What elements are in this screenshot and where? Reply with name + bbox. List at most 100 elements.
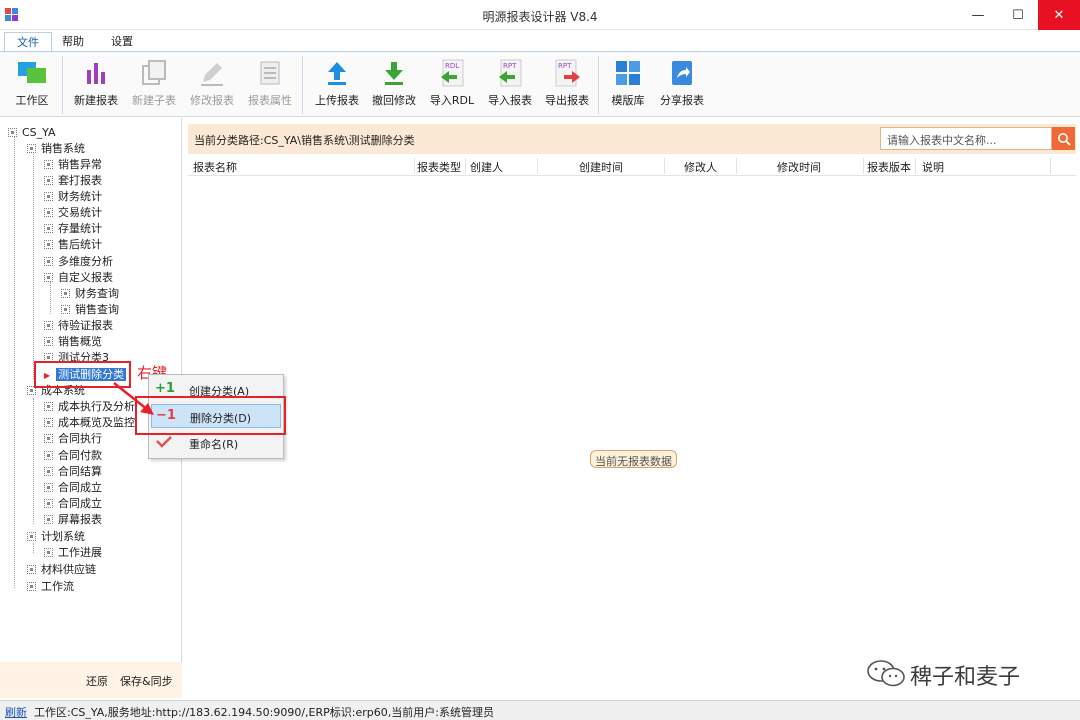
column-divider — [1050, 158, 1051, 174]
column-header[interactable]: 说明 — [922, 159, 944, 175]
column-header[interactable]: 报表类型 — [417, 159, 461, 175]
search-button[interactable] — [1052, 127, 1075, 150]
tree-guide — [50, 282, 51, 314]
column-header[interactable]: 修改时间 — [777, 159, 821, 175]
window-title: 明源报表设计器 V8.4 — [482, 10, 598, 24]
tree-node[interactable]: 合同成立 — [44, 496, 102, 512]
import-rdl-icon: RDL — [437, 58, 467, 88]
svg-text:RPT: RPT — [558, 62, 572, 70]
annotation-arrow-icon — [113, 382, 154, 415]
column-header[interactable]: 创建人 — [470, 159, 503, 175]
tree-node[interactable]: 销售概览 — [44, 334, 102, 350]
category-path: 当前分类路径:CS_YA\销售系统\测试删除分类 — [194, 134, 415, 147]
report-grid-header: 报表名称 报表类型 创建人 创建时间 修改人 修改时间 报表版本 说明 — [188, 156, 1076, 176]
close-button[interactable]: ✕ — [1038, 0, 1080, 30]
upload-icon — [322, 58, 352, 88]
maximize-button[interactable]: ☐ — [998, 0, 1038, 30]
tree-guide — [14, 134, 15, 588]
import-report-button[interactable]: RPT 导入报表 — [484, 56, 536, 114]
toolbar-separator — [302, 56, 303, 114]
tree-node[interactable]: 财务统计 — [44, 189, 102, 205]
upload-report-button[interactable]: 上传报表 — [312, 56, 362, 114]
tree-node[interactable]: 合同执行 — [44, 431, 102, 447]
pencil-icon — [197, 58, 227, 88]
watermark: 稗子和麦子 — [866, 656, 1066, 690]
tree-node[interactable]: 多维度分析 — [44, 254, 113, 270]
new-report-label: 新建报表 — [74, 94, 118, 107]
save-sync-button[interactable]: 保存&同步 — [120, 673, 173, 689]
wechat-icon — [867, 660, 905, 687]
tree-node[interactable]: 工作进展 — [44, 545, 102, 561]
report-props-label: 报表属性 — [248, 94, 292, 107]
share-report-button[interactable]: 分享报表 — [656, 56, 708, 114]
workspace-icon — [17, 58, 47, 88]
tree-node[interactable]: 合同成立 — [44, 480, 102, 496]
tree-node[interactable]: 售后统计 — [44, 237, 102, 253]
column-header[interactable]: 报表名称 — [193, 159, 237, 175]
tree-node[interactable]: 计划系统 — [27, 529, 85, 545]
column-divider — [465, 158, 466, 174]
search-input[interactable]: 请输入报表中文名称... — [880, 127, 1052, 150]
tree-node[interactable]: 屏幕报表 — [44, 512, 102, 528]
tree-node[interactable]: 工作流 — [27, 579, 74, 595]
template-icon — [613, 58, 643, 88]
tree-node[interactable]: 销售查询 — [61, 302, 119, 318]
report-properties-button[interactable]: 报表属性 — [244, 56, 296, 114]
tree-node[interactable]: 销售异常 — [44, 157, 102, 173]
new-child-label: 新建子表 — [132, 94, 176, 107]
menu-file[interactable]: 文件 — [4, 32, 52, 52]
edit-report-label: 修改报表 — [190, 94, 234, 107]
svg-text:RDL: RDL — [445, 62, 459, 70]
rename-check-icon — [155, 434, 175, 452]
workspace-label: 工作区 — [15, 94, 49, 107]
tree-node[interactable]: 财务查询 — [61, 286, 119, 302]
column-header[interactable]: 修改人 — [684, 159, 717, 175]
revert-changes-label: 撤回修改 — [372, 94, 416, 107]
report-list-panel: 当前分类路径:CS_YA\销售系统\测试删除分类 请输入报表中文名称... 报表… — [184, 118, 1080, 698]
import-rdl-label: 导入RDL — [429, 94, 475, 107]
column-divider — [537, 158, 538, 174]
upload-report-label: 上传报表 — [315, 94, 359, 107]
menu-bar: 文件 帮助 设置 — [0, 30, 1080, 52]
empty-state-badge: 当前无报表数据 — [590, 450, 677, 468]
toolbar-separator — [62, 56, 63, 114]
search-icon — [1057, 132, 1071, 146]
new-report-button[interactable]: 新建报表 — [70, 56, 122, 114]
tree-node[interactable]: 待验证报表 — [44, 318, 113, 334]
tree-node[interactable]: 自定义报表 — [44, 270, 113, 286]
new-child-table-button[interactable]: 新建子表 — [128, 56, 180, 114]
refresh-link[interactable]: 刷新 — [5, 704, 27, 720]
tree-guide — [33, 398, 34, 524]
export-report-button[interactable]: RPT 导出报表 — [542, 56, 592, 114]
watermark-text: 稗子和麦子 — [910, 665, 1021, 690]
column-header[interactable]: 创建时间 — [579, 159, 623, 175]
column-header[interactable]: 报表版本 — [867, 159, 911, 175]
column-divider — [863, 158, 864, 174]
column-divider — [664, 158, 665, 174]
bar-chart-icon — [81, 58, 111, 88]
tree-node-root[interactable]: CS_YA — [8, 125, 56, 141]
share-report-label: 分享报表 — [660, 94, 704, 107]
revert-changes-button[interactable]: 撤回修改 — [368, 56, 420, 114]
tree-node[interactable]: 合同付款 — [44, 448, 102, 464]
edit-report-button[interactable]: 修改报表 — [186, 56, 238, 114]
svg-text:RPT: RPT — [503, 62, 517, 70]
tree-node[interactable]: 套打报表 — [44, 173, 102, 189]
menu-help[interactable]: 帮助 — [50, 32, 96, 52]
tree-node[interactable]: 销售系统 — [27, 141, 85, 157]
restore-button[interactable]: 还原 — [86, 673, 108, 689]
copy-icon — [139, 58, 169, 88]
minimize-button[interactable]: — — [958, 0, 998, 30]
import-report-icon: RPT — [495, 58, 525, 88]
tree-node[interactable]: 材料供应链 — [27, 562, 96, 578]
menu-settings[interactable]: 设置 — [99, 32, 145, 52]
template-library-button[interactable]: 模版库 — [606, 56, 650, 114]
workspace-button[interactable]: 工作区 — [8, 56, 56, 114]
tree-footer: 还原 保存&同步 — [0, 662, 182, 698]
tree-node[interactable]: 合同结算 — [44, 464, 102, 480]
tree-node[interactable]: 存量统计 — [44, 221, 102, 237]
column-divider — [915, 158, 916, 174]
import-rdl-button[interactable]: RDL 导入RDL — [426, 56, 478, 114]
download-icon — [379, 58, 409, 88]
tree-node[interactable]: 交易统计 — [44, 205, 102, 221]
